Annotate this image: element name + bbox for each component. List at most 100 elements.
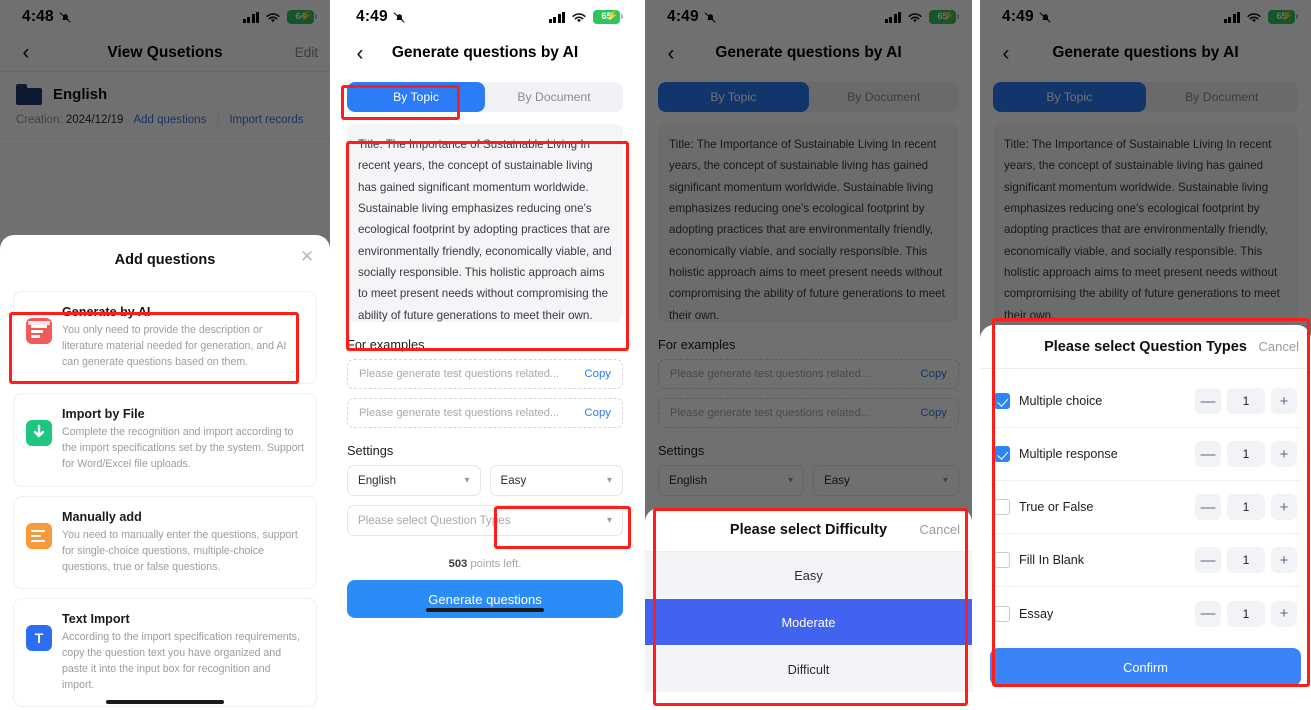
difficulty-option-moderate[interactable]: Moderate xyxy=(645,599,972,645)
difficulty-option-easy[interactable]: Easy xyxy=(645,552,972,598)
option-text-import[interactable]: T Text Import According to the import sp… xyxy=(13,597,317,708)
tab-bar: By Topic By Document xyxy=(347,82,623,112)
question-types-select[interactable]: Please select Question Types ▾ xyxy=(347,505,623,536)
settings-selectors-row: English ▾ Easy ▾ xyxy=(347,465,623,496)
checkbox-unchecked-icon[interactable] xyxy=(994,605,1010,622)
points-suffix: points left. xyxy=(467,558,522,570)
ai-document-icon xyxy=(26,318,52,344)
question-type-label: Fill In Blank xyxy=(1019,553,1085,567)
question-type-label: Multiple choice xyxy=(1019,394,1103,408)
example-row[interactable]: Please generate test questions related..… xyxy=(347,398,623,428)
language-select[interactable]: English ▾ xyxy=(347,465,481,496)
copy-button[interactable]: Copy xyxy=(584,407,611,419)
decrement-button[interactable]: — xyxy=(1195,547,1221,573)
checkbox-unchecked-icon[interactable] xyxy=(994,499,1010,515)
option-title: Import by File xyxy=(62,407,145,422)
question-type-row-essay[interactable]: Essay — 1 + xyxy=(990,587,1301,640)
settings-heading: Settings xyxy=(347,443,394,458)
tab-by-topic[interactable]: By Topic xyxy=(347,82,485,112)
cancel-button[interactable]: Cancel xyxy=(920,522,960,537)
cancel-button[interactable]: Cancel xyxy=(1259,339,1299,354)
increment-button[interactable]: + xyxy=(1271,388,1297,414)
question-type-rows: Multiple choice — 1 + Multiple response … xyxy=(980,369,1311,640)
sheet-title: Add questions xyxy=(114,252,216,268)
option-title: Manually add xyxy=(62,509,142,524)
increment-button[interactable]: + xyxy=(1271,494,1297,520)
copy-button[interactable]: Copy xyxy=(584,368,611,380)
question-type-label: Essay xyxy=(1019,606,1054,621)
chevron-down-icon: ▾ xyxy=(606,475,612,486)
option-import-by-file[interactable]: Import by File Complete the recognition … xyxy=(13,393,317,487)
quantity-value[interactable]: 1 xyxy=(1227,441,1265,467)
quantity-stepper: — 1 + xyxy=(1195,494,1297,520)
charging-bolt-icon: ⚡ xyxy=(606,11,619,22)
quantity-value[interactable]: 1 xyxy=(1227,494,1265,520)
question-type-row-fill-in-blank[interactable]: Fill In Blank — 1 + xyxy=(990,534,1301,587)
add-questions-options: Generate by AI You only need to provide … xyxy=(0,285,330,708)
checkbox-unchecked-icon[interactable] xyxy=(994,552,1010,568)
generate-questions-button[interactable]: Generate questions xyxy=(347,580,623,618)
option-title: Generate by AI xyxy=(62,305,151,319)
question-type-row-multiple-response[interactable]: Multiple response — 1 + xyxy=(990,428,1301,481)
chevron-down-icon: ▾ xyxy=(606,515,612,526)
question-type-label: Multiple response xyxy=(1019,447,1118,461)
quantity-value[interactable]: 1 xyxy=(1227,547,1265,573)
option-title: Text Import xyxy=(62,611,130,626)
cellular-icon xyxy=(548,11,565,23)
generate-page-body: By Topic By Document Title: The Importan… xyxy=(334,82,636,618)
decrement-button[interactable]: — xyxy=(1195,494,1221,520)
question-type-row-multiple-choice[interactable]: Multiple choice — 1 + xyxy=(990,375,1301,428)
close-icon[interactable]: ✕ xyxy=(298,248,316,266)
option-desc: You need to manually enter the questions… xyxy=(62,528,298,573)
quantity-value[interactable]: 1 xyxy=(1227,388,1265,414)
checkbox-checked-icon[interactable] xyxy=(994,446,1010,462)
status-bar: 4:49 65 ⚡ xyxy=(334,0,636,34)
nav-bar: ‹ Generate questions by AI xyxy=(334,34,636,72)
home-indicator xyxy=(106,700,224,704)
sheet-title: Please select Difficulty xyxy=(729,521,888,538)
examples-heading: For examples xyxy=(347,337,425,352)
sheet-header: Add questions ✕ xyxy=(0,235,330,285)
phone-screen-question-types-picker: 4:49 65 ⚡ ‹ Gen xyxy=(980,0,1311,710)
quantity-stepper: — 1 + xyxy=(1195,388,1297,414)
option-generate-by-ai[interactable]: Generate by AI You only need to provide … xyxy=(13,291,317,385)
generate-questions-label: Generate questions xyxy=(428,591,542,607)
wifi-icon xyxy=(571,11,587,23)
status-time: 4:49 xyxy=(356,8,388,25)
example-placeholder: Please generate test questions related..… xyxy=(359,407,560,419)
difficulty-sheet: Please select Difficulty Cancel Easy Mod… xyxy=(645,508,972,710)
phone-screen-view-questions: 4:48 64 ⚡ ‹ Vie xyxy=(0,0,330,710)
tab-by-document[interactable]: By Document xyxy=(485,82,623,112)
phone-screen-difficulty-picker: 4:49 65 ⚡ ‹ Gen xyxy=(645,0,972,710)
home-indicator xyxy=(426,608,544,612)
example-placeholder: Please generate test questions related..… xyxy=(359,368,560,380)
topic-textarea[interactable]: Title: The Importance of Sustainable Liv… xyxy=(347,124,623,322)
quantity-value[interactable]: 1 xyxy=(1227,600,1265,627)
difficulty-value: Easy xyxy=(500,474,527,487)
difficulty-select[interactable]: Easy ▾ xyxy=(489,465,623,496)
decrement-button[interactable]: — xyxy=(1195,600,1221,627)
decrement-button[interactable]: — xyxy=(1195,388,1221,414)
page-title: Generate questions by AI xyxy=(391,44,579,61)
checkbox-checked-icon[interactable] xyxy=(994,393,1010,409)
difficulty-option-difficult[interactable]: Difficult xyxy=(645,646,972,692)
increment-button[interactable]: + xyxy=(1271,600,1297,627)
difficulty-options: Easy Moderate Difficult xyxy=(645,552,972,703)
option-desc: Complete the recognition and import acco… xyxy=(62,426,305,471)
option-desc: You only need to provide the description… xyxy=(62,324,287,369)
sheet-title: Please select Question Types xyxy=(1044,338,1247,355)
manual-edit-icon xyxy=(26,522,52,549)
add-questions-sheet: Add questions ✕ Generate by AI You only … xyxy=(0,235,330,710)
decrement-button[interactable]: — xyxy=(1195,441,1221,467)
question-type-row-true-or-false[interactable]: True or False — 1 + xyxy=(990,481,1301,534)
confirm-button[interactable]: Confirm xyxy=(990,648,1301,686)
option-desc: According to the import specification re… xyxy=(62,630,300,692)
back-button[interactable]: ‹ xyxy=(346,39,374,67)
increment-button[interactable]: + xyxy=(1271,441,1297,467)
screen-background: 4:48 64 ⚡ ‹ Vie xyxy=(0,0,330,710)
phone-screen-generate-questions: 4:49 65 ⚡ ‹ Generate questions by AI By … xyxy=(334,0,636,710)
example-row[interactable]: Please generate test questions related..… xyxy=(347,359,623,389)
option-manually-add[interactable]: Manually add You need to manually enter … xyxy=(13,495,317,589)
screenshot-stage: 4:48 64 ⚡ ‹ Vie xyxy=(0,0,1311,710)
increment-button[interactable]: + xyxy=(1271,547,1297,573)
